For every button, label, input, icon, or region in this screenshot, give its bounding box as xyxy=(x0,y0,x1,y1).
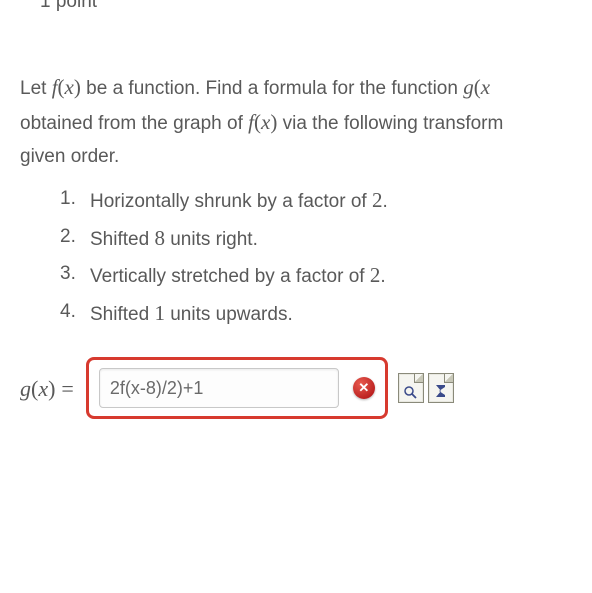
transform-list: 1. Horizontally shrunk by a factor of 2.… xyxy=(60,185,572,329)
answer-input[interactable] xyxy=(99,368,339,408)
label-g: g xyxy=(20,376,31,401)
label-x: x xyxy=(38,376,48,401)
answer-input-container: ✕ xyxy=(86,357,388,419)
error-icon[interactable]: ✕ xyxy=(353,377,375,399)
tool-icons xyxy=(398,373,454,403)
points-label: 1 point xyxy=(40,0,572,17)
item-text-pre: Shifted xyxy=(90,304,154,325)
item-number: 2. xyxy=(60,223,80,255)
label-equals: = xyxy=(61,376,73,401)
item-value: 1 xyxy=(154,301,165,325)
item-value: 2 xyxy=(372,188,383,212)
list-item: 4. Shifted 1 units upwards. xyxy=(60,298,572,330)
question-prompt: Let f(x) be a function. Find a formula f… xyxy=(20,72,572,172)
item-text-pre: Vertically stretched by a factor of xyxy=(90,266,370,287)
q-text-1: Let xyxy=(20,78,52,99)
q-text-5: given order. xyxy=(20,143,572,172)
item-text-post: . xyxy=(382,191,387,212)
item-text-pre: Horizontally shrunk by a factor of xyxy=(90,191,372,212)
item-number: 3. xyxy=(60,260,80,292)
preview-doc-icon[interactable] xyxy=(398,373,424,403)
list-item: 3. Vertically stretched by a factor of 2… xyxy=(60,260,572,292)
list-item: 1. Horizontally shrunk by a factor of 2. xyxy=(60,185,572,217)
math-fx-2: f(x) xyxy=(248,110,277,134)
item-text-post: . xyxy=(380,266,385,287)
answer-row: g(x)= ✕ xyxy=(20,357,572,419)
sigma-doc-icon[interactable] xyxy=(428,373,454,403)
math-fx: f(x) xyxy=(52,75,81,99)
item-text-pre: Shifted xyxy=(90,229,154,250)
gx-equals-label: g(x)= xyxy=(20,372,74,405)
q-text-4: via the following transform xyxy=(277,113,503,134)
q-text-2: be a function. Find a formula for the fu… xyxy=(81,78,463,99)
q-text-3: obtained from the graph of xyxy=(20,113,248,134)
math-gx-partial: g(x xyxy=(463,75,490,99)
item-value: 8 xyxy=(154,226,165,250)
list-item: 2. Shifted 8 units right. xyxy=(60,223,572,255)
item-text-post: units upwards. xyxy=(165,304,293,325)
item-number: 4. xyxy=(60,298,80,330)
item-number: 1. xyxy=(60,185,80,217)
error-x: ✕ xyxy=(358,378,369,398)
item-value: 2 xyxy=(370,263,381,287)
item-text-post: units right. xyxy=(165,229,258,250)
